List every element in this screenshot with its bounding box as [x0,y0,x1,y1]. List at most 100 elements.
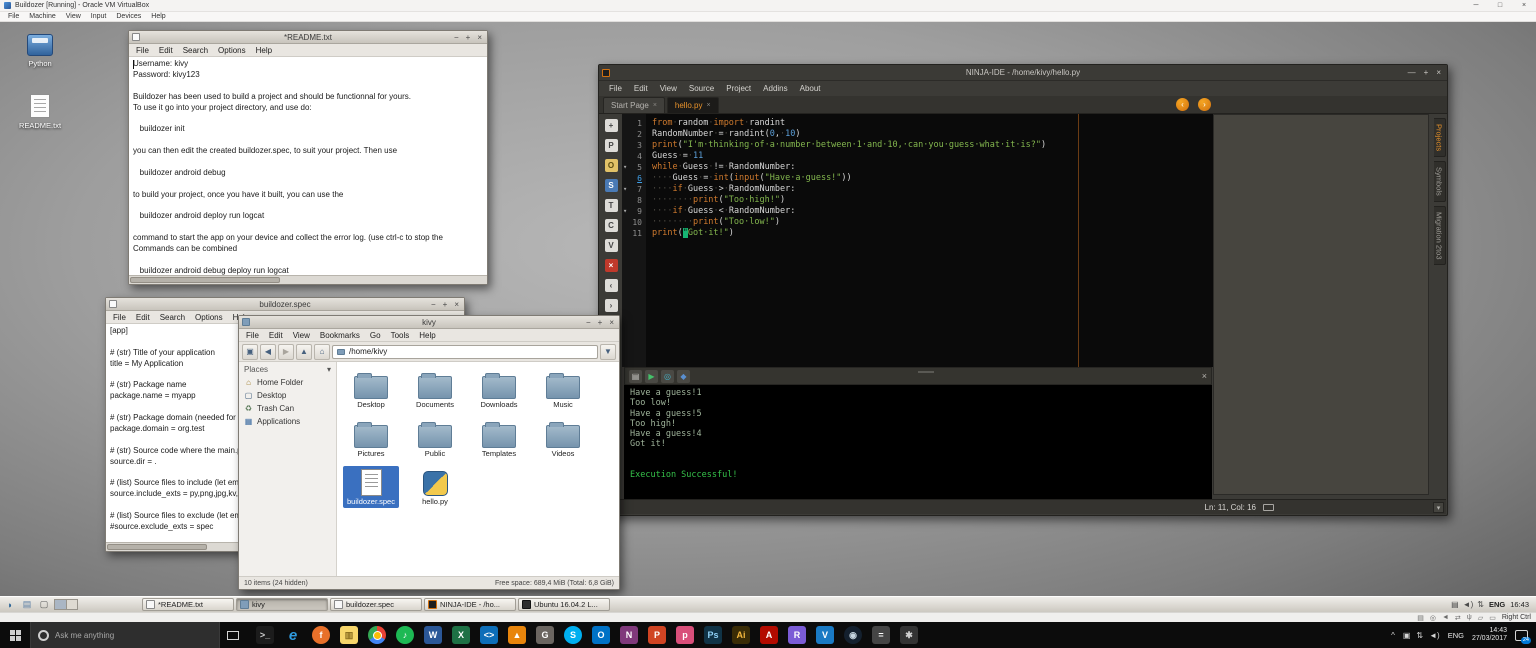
save-icon[interactable]: S [605,179,618,192]
taskbar-window-kivy[interactable]: kivy [236,598,328,611]
navigate-forward-button[interactable]: › [1198,98,1211,111]
close-button[interactable]: × [477,31,482,44]
clipboard-tray-icon[interactable]: ▤ [1451,600,1459,609]
show-desktop-icon[interactable]: ▢ [37,598,51,611]
steam-icon[interactable]: ◉ [844,626,862,644]
file-item-public[interactable]: Public [407,418,463,460]
hdd-status-icon[interactable]: ▤ [1417,614,1424,622]
side-tab-migration-2to3[interactable]: Migration 2to3 [1434,206,1446,266]
menu-item-file[interactable]: File [108,311,131,324]
menu-item-search[interactable]: Search [155,311,190,324]
minimize-button[interactable]: − [586,316,591,329]
redo-icon[interactable]: › [605,299,618,312]
tab-start-page[interactable]: Start Page× [603,97,665,113]
outlook-icon[interactable]: O [592,626,610,644]
language-indicator[interactable]: ENG [1448,631,1464,640]
close-button[interactable]: × [1512,0,1536,11]
new-tab-button[interactable]: ▣ [242,344,258,360]
settings-icon[interactable]: ✱ [900,626,918,644]
minimize-button[interactable]: − [454,31,459,44]
network-status-icon[interactable]: ⇄ [1455,614,1461,622]
minimize-button[interactable]: − [431,298,436,311]
path-bar[interactable]: /home/kivy [332,345,598,359]
taskbar-window-ubuntu-16-04-2-l[interactable]: Ubuntu 16.04.2 L... [518,598,610,611]
menu-item-edit[interactable]: Edit [264,329,288,342]
taskbar-window-ninja-ide-ho[interactable]: NINJA-IDE - /ho... [424,598,516,611]
menu-item-edit[interactable]: Edit [628,84,654,93]
menu-item-go[interactable]: Go [365,329,386,342]
maximize-button[interactable]: + [1424,68,1429,77]
menu-item-source[interactable]: Source [683,84,720,93]
splitter-grip[interactable] [918,371,934,373]
volume-tray-icon[interactable]: ◄) [1429,631,1440,640]
clock[interactable]: 14:43 27/03/2017 [1472,627,1507,643]
close-tab-icon[interactable]: × [706,102,710,109]
calculator-icon[interactable]: = [872,626,890,644]
menu-item-bookmarks[interactable]: Bookmarks [315,329,365,342]
photoshop-icon[interactable]: Ps [704,626,722,644]
side-tab-projects[interactable]: Projects [1434,118,1446,157]
file-item-hello-py[interactable]: hello.py [407,466,463,508]
close-tab-icon[interactable]: × [653,102,657,109]
audio-status-icon[interactable]: ◄ [1442,614,1449,622]
network-tray-icon[interactable]: ⇅ [1416,631,1423,640]
command-prompt-icon[interactable]: >_ [256,626,274,644]
chrome-icon[interactable] [368,626,386,644]
skype-icon[interactable]: S [564,626,582,644]
menu-item-help[interactable]: Help [414,329,440,342]
menu-item-search[interactable]: Search [178,44,213,57]
navigate-back-button[interactable]: ‹ [1176,98,1189,111]
scrollbar-thumb[interactable] [130,277,280,283]
gimp-icon[interactable]: G [536,626,554,644]
file-explorer-icon[interactable]: ▥ [340,626,358,644]
desktop-icon-readme[interactable]: README.txt [12,94,68,130]
console-tab-button[interactable]: ▤ [629,370,642,383]
paint-icon[interactable]: p [676,626,694,644]
menu-item-file[interactable]: File [603,84,628,93]
place-item-applications[interactable]: ▦Applications [239,415,336,428]
undo-icon[interactable]: ‹ [605,279,618,292]
fold-arrow-icon[interactable]: ▾ [623,206,627,217]
console-output[interactable]: Have a guess!1Too low!Have a guess!5Too … [624,385,1212,501]
place-item-trash-can[interactable]: ♻Trash Can [239,402,336,415]
menu-item-project[interactable]: Project [720,84,757,93]
side-tab-symbols[interactable]: Symbols [1434,161,1446,202]
file-item-templates[interactable]: Templates [471,418,527,460]
vscode-icon[interactable]: <> [480,626,498,644]
workspace-pager[interactable] [54,599,78,610]
tray-chevron-icon[interactable]: ^ [1391,631,1395,640]
file-item-pictures[interactable]: Pictures [343,418,399,460]
volume-tray-icon[interactable]: ◄) [1463,600,1474,609]
menu-item-options[interactable]: Options [190,311,228,324]
menu-item-about[interactable]: About [794,84,827,93]
home-button[interactable]: ⌂ [314,344,330,360]
close-button[interactable]: × [454,298,459,311]
place-item-desktop[interactable]: ▢Desktop [239,389,336,402]
forward-button[interactable]: ▶ [278,344,294,360]
usb-status-icon[interactable]: ψ [1467,614,1472,622]
shared-folder-status-icon[interactable]: ▱ [1478,614,1483,622]
task-view-button[interactable] [220,622,246,648]
scroll-corner-button[interactable]: ▾ [1433,502,1444,513]
horizontal-scrollbar[interactable] [129,275,487,284]
close-button[interactable]: × [609,316,614,329]
start-button[interactable] [0,622,30,648]
spotify-icon[interactable]: ♪ [396,626,414,644]
winrar-icon[interactable]: R [788,626,806,644]
web-preview-tab-button[interactable]: ◎ [661,370,674,383]
illustrator-icon[interactable]: Ai [732,626,750,644]
clock[interactable]: 16:43 [1510,600,1529,609]
run-tab-button[interactable]: ▶ [645,370,658,383]
menu-item-addins[interactable]: Addins [757,84,793,93]
virtualbox-icon[interactable]: V [816,626,834,644]
taskbar-window-readme-txt[interactable]: *README.txt [142,598,234,611]
tab-hello-py[interactable]: hello.py× [667,97,719,113]
templates-icon[interactable]: T [605,199,618,212]
vlc-icon[interactable]: ▲ [508,626,526,644]
word-icon[interactable]: W [424,626,442,644]
network-tray-icon[interactable]: ⇅ [1477,600,1484,609]
file-item-videos[interactable]: Videos [535,418,591,460]
firefox-icon[interactable]: f [312,626,330,644]
paste-icon[interactable]: V [605,239,618,252]
edge-icon[interactable]: e [284,626,302,644]
